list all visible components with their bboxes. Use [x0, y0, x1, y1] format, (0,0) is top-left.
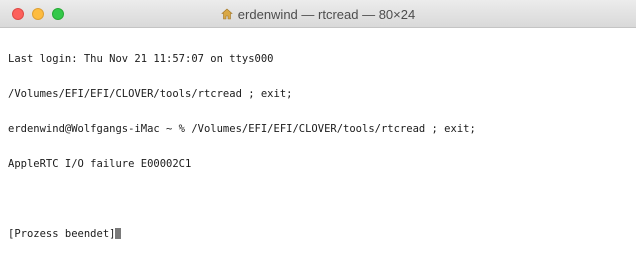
terminal-line: /Volumes/EFI/EFI/CLOVER/tools/rtcread ; …	[8, 87, 293, 100]
title-bar[interactable]: erdenwind — rtcread — 80×24	[0, 0, 636, 28]
terminal-line: erdenwind@Wolfgangs-iMac ~ % /Volumes/EF…	[8, 122, 476, 135]
terminal-window: erdenwind — rtcread — 80×24 Last login: …	[0, 0, 636, 260]
minimize-button[interactable]	[32, 8, 44, 20]
process-ended-text: [Prozess beendet]	[8, 228, 116, 241]
terminal-line: AppleRTC I/O failure E00002C1	[8, 157, 192, 170]
terminal-output[interactable]: Last login: Thu Nov 21 11:57:07 on ttys0…	[8, 31, 628, 260]
window-title-container: erdenwind — rtcread — 80×24	[0, 0, 636, 28]
window-title: erdenwind — rtcread — 80×24	[237, 6, 416, 22]
terminal-last-line: [Prozess beendet]	[8, 228, 628, 240]
terminal-line: Last login: Thu Nov 21 11:57:07 on ttys0…	[8, 53, 274, 66]
close-button[interactable]	[12, 8, 24, 20]
text-cursor	[115, 228, 122, 240]
zoom-button[interactable]	[52, 8, 64, 20]
home-icon	[221, 8, 233, 20]
